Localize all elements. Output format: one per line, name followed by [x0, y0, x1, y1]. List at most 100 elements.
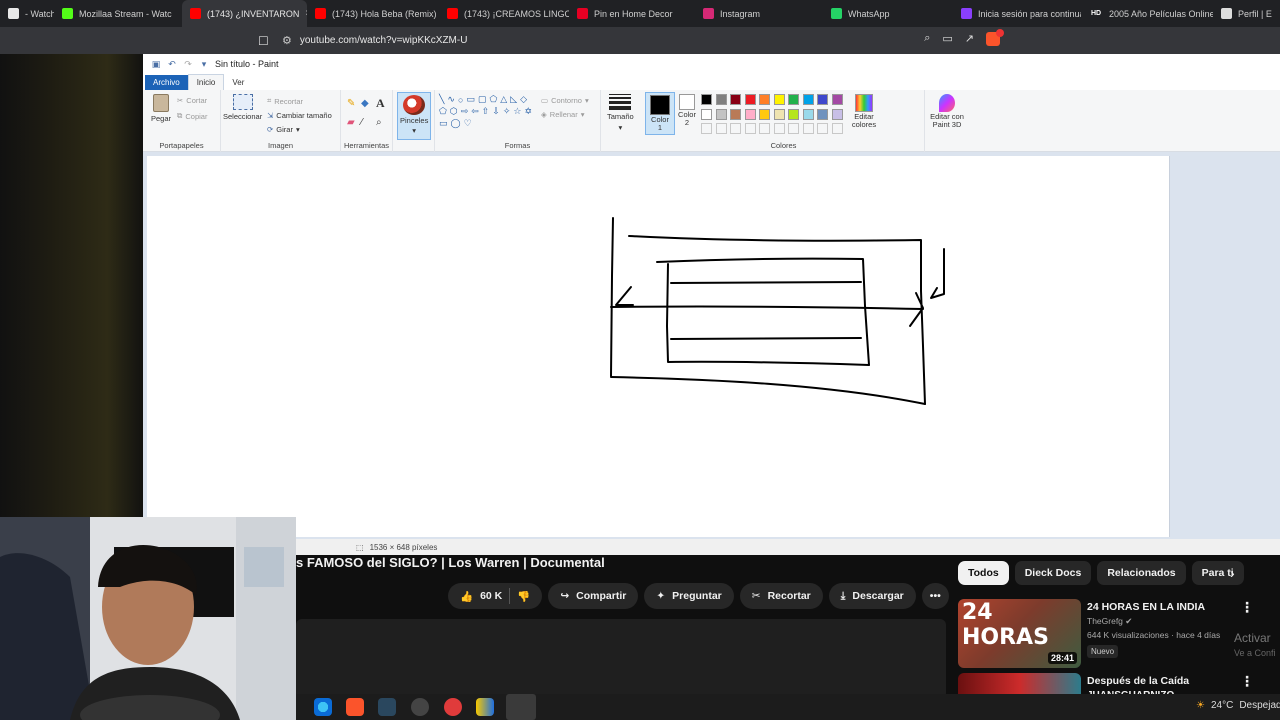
kebab-menu-icon[interactable]: ⋮ [1240, 599, 1254, 616]
palette-swatch[interactable] [715, 94, 727, 105]
browser-tab[interactable]: WhatsApp [823, 0, 953, 27]
custom-color-slot[interactable] [788, 123, 799, 134]
share-icon[interactable]: ↗ [965, 32, 974, 46]
resize-button[interactable]: ⇲ Cambiar tamaño [267, 111, 332, 120]
browser-tab[interactable]: Pin en Home Decor [569, 0, 695, 27]
custom-color-slot[interactable] [730, 123, 741, 134]
outline-button[interactable]: ▭ Contorno ▾ [541, 96, 589, 105]
menu-home[interactable]: Inicio [187, 74, 225, 90]
channel-name[interactable]: TheGrefg ✔ [1087, 616, 1132, 627]
browser-tab[interactable]: (1743) ¡CREAMOS LINGOTE [439, 0, 569, 27]
palette-swatch[interactable] [773, 94, 785, 105]
browser-tab[interactable]: - Watch [0, 0, 54, 27]
select-button[interactable]: Seleccionar [223, 94, 262, 121]
eraser-icon[interactable]: ▰ [347, 117, 355, 128]
color1-button[interactable]: Color 1 [645, 92, 675, 135]
browser-tab[interactable]: Inicia sesión para continuar [953, 0, 1081, 27]
download-button[interactable]: ⤓ Descargar [828, 583, 916, 609]
palette-swatch[interactable] [831, 94, 843, 105]
palette-swatch[interactable] [730, 108, 741, 120]
crop-button[interactable]: ⌗ Recortar [267, 96, 303, 106]
filter-chip[interactable]: Dieck Docs [1014, 561, 1092, 585]
menu-file[interactable]: Archivo [145, 75, 188, 90]
filter-chip[interactable]: Relacionados [1097, 561, 1186, 585]
chevron-down-icon[interactable]: ▾ [199, 59, 209, 69]
palette-swatch[interactable] [817, 108, 828, 120]
kebab-menu-icon[interactable]: ⋮ [1240, 673, 1254, 690]
thumbs-down-icon[interactable]: 👎 [517, 590, 530, 603]
browser-tab[interactable]: (1743) Hola Beba (Remix) [307, 0, 439, 27]
like-dislike-button[interactable]: 👍 60 K 👎 [448, 583, 543, 609]
zoom-icon[interactable]: ⌕ [924, 32, 930, 46]
palette-swatch[interactable] [788, 108, 799, 120]
browser-tab[interactable]: Mozillaa Stream - Watc [54, 0, 182, 27]
browser-tab[interactable]: HD 2005 Año Películas Online [1081, 0, 1213, 27]
recommended-title[interactable]: 24 HORAS EN LA INDIA [1087, 601, 1205, 613]
recommended-video[interactable]: 24 HORAS 28:41 24 HORAS EN LA INDIA TheG… [958, 599, 1280, 671]
color2-button[interactable]: Color 2 [676, 94, 698, 127]
steam-icon[interactable] [378, 698, 396, 716]
save-icon[interactable]: ▣ [151, 59, 161, 69]
edit-colors-button[interactable]: Editar colores [847, 94, 881, 129]
palette-swatch[interactable] [802, 94, 814, 105]
fill-button[interactable]: ◈ Rellenar ▾ [541, 110, 584, 119]
paste-button[interactable]: Pegar [151, 94, 171, 123]
palette-swatch[interactable] [817, 94, 828, 105]
palette-swatch[interactable] [715, 108, 727, 120]
shapes-gallery[interactable]: ╲ ∿ ○ ▭ ▢ ⬠ △ ◺ ◇ ⬠ ⬡ ⇨ ⇦ ⇧ ⇩ ✧ ☆ ✡ ▭ ◯ ♡ [439, 94, 535, 129]
obs-icon[interactable] [411, 698, 429, 716]
more-actions-button[interactable]: ••• [921, 583, 949, 609]
palette-swatch[interactable] [788, 94, 799, 105]
text-tool-icon[interactable]: A [376, 96, 385, 111]
undo-icon[interactable]: ↶ [167, 59, 177, 69]
description-box[interactable] [296, 619, 946, 699]
custom-color-slot[interactable] [701, 123, 712, 134]
custom-color-slot[interactable] [831, 123, 843, 134]
palette-swatch[interactable] [759, 94, 770, 105]
browser-tab[interactable]: Instagram [695, 0, 823, 27]
color-picker-icon[interactable]: ⁄ [361, 117, 363, 128]
size-button[interactable]: Tamaño ▾ [607, 94, 634, 132]
recommended-title[interactable]: Después de la Caída [1087, 675, 1189, 687]
cast-icon[interactable]: ▭ [942, 32, 952, 46]
custom-color-slot[interactable] [773, 123, 785, 134]
thumbs-up-icon[interactable]: 👍 [460, 590, 473, 603]
site-info-icon[interactable]: ⚙ [282, 34, 292, 47]
fill-bucket-icon[interactable]: ◆ [361, 98, 369, 109]
paint-taskbar-icon[interactable] [506, 694, 536, 720]
custom-color-slot[interactable] [715, 123, 727, 134]
ask-button[interactable]: ✦ Preguntar [644, 583, 734, 609]
palette-swatch[interactable] [759, 108, 770, 120]
filter-chip[interactable]: Para ti [1191, 561, 1244, 585]
share-button[interactable]: ↪ Compartir [548, 583, 639, 609]
clip-button[interactable]: ✂ Recortar [739, 583, 823, 609]
custom-color-slot[interactable] [744, 123, 756, 134]
copy-button[interactable]: ⧉ Copiar [177, 111, 207, 121]
custom-color-slot[interactable] [759, 123, 770, 134]
brushes-button[interactable]: Pinceles ▾ [397, 92, 432, 140]
palette-swatch[interactable] [730, 94, 741, 105]
custom-color-slot[interactable] [817, 123, 828, 134]
video-thumbnail[interactable]: 24 HORAS 28:41 [958, 599, 1081, 668]
palette-swatch[interactable] [773, 108, 785, 120]
filter-chip[interactable]: Todos [958, 561, 1009, 585]
browser-tab[interactable]: (1743) ¿INVENTARON× [182, 0, 307, 27]
paint3d-button[interactable]: Editar con Paint 3D [925, 94, 969, 129]
app-icon[interactable] [476, 698, 494, 716]
palette-swatch[interactable] [831, 108, 843, 120]
brave-icon[interactable] [346, 698, 364, 716]
palette-swatch[interactable] [744, 94, 756, 105]
pencil-icon[interactable]: ✎ [347, 98, 355, 109]
rotate-button[interactable]: ⟳ Girar ▾ [267, 125, 300, 134]
drawing-canvas[interactable] [147, 156, 1170, 537]
opera-icon[interactable] [444, 698, 462, 716]
magnifier-icon[interactable]: ⌕ [376, 117, 382, 128]
palette-swatch[interactable] [802, 108, 814, 120]
cut-button[interactable]: ✂ Cortar [177, 96, 207, 105]
palette-swatch[interactable] [701, 108, 712, 120]
bookmark-icon[interactable]: ☐ [258, 34, 272, 48]
address-bar[interactable]: youtube.com/watch?v=wipKKcXZM-U [300, 35, 468, 46]
brave-shields-icon[interactable] [986, 29, 1004, 46]
palette-swatch[interactable] [701, 94, 712, 105]
chevron-right-icon[interactable]: › [1230, 565, 1235, 581]
